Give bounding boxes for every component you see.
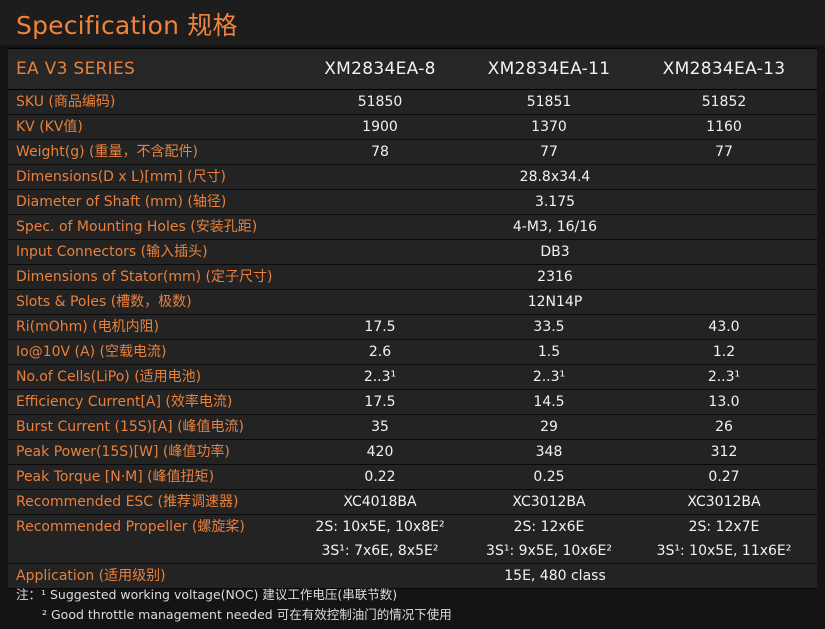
row-label: Peak Torque [N·M] (峰值扭矩): [16, 469, 215, 485]
row-value: 17.5: [364, 394, 396, 410]
row-label: Burst Current (15S)[A] (峰值电流): [16, 419, 244, 435]
row-value: 12N14P: [527, 294, 583, 310]
table-row: Spec. of Mounting Holes (安装孔距) 4-M3, 16/…: [8, 215, 817, 240]
row-label: Io@10V (A) (空载电流): [16, 344, 167, 360]
row-label: Recommended ESC (推荐调速器): [16, 494, 239, 510]
table-row: Dimensions(D x L)[mm] (尺寸) 28.8x34.4: [8, 165, 817, 190]
table-row: Io@10V (A) (空载电流) 2.6 1.5 1.2: [8, 340, 817, 365]
row-value: 348: [535, 444, 563, 460]
row-value: 1370: [531, 119, 567, 135]
row-value: 2..3¹: [707, 369, 741, 385]
footnote: 注：¹ Suggested working voltage(NOC) 建议工作电…: [16, 587, 398, 602]
row-label: Efficiency Current[A] (效率电流): [16, 394, 233, 410]
row-value: 77: [715, 144, 733, 160]
row-value: 2.6: [368, 344, 392, 360]
row-value: 2S: 10x5E, 10x8E²: [315, 519, 445, 535]
row-value: 77: [540, 144, 558, 160]
row-value: 2..3¹: [532, 369, 566, 385]
model-header: XM2834EA-8: [324, 59, 436, 79]
row-value: 35: [371, 419, 389, 435]
row-value: 14.5: [533, 394, 565, 410]
row-label: Slots & Poles (槽数，极数): [16, 294, 192, 310]
table-row: Diameter of Shaft (mm) (轴径) 3.175: [8, 190, 817, 215]
row-value: 0.22: [364, 469, 396, 485]
row-value: XC3012BA: [687, 494, 761, 510]
row-value: 29: [540, 419, 558, 435]
row-value: 1900: [362, 119, 398, 135]
row-label: SKU (商品编码): [16, 94, 116, 110]
row-value: 13.0: [708, 394, 740, 410]
row-label: Weight(g) (重量，不含配件): [16, 144, 198, 160]
row-value: XC4018BA: [343, 494, 417, 510]
table-row: KV (KV值) 1900 1370 1160: [8, 115, 817, 140]
row-value: 51851: [526, 94, 572, 110]
footnotes: 注：¹ Suggested working voltage(NOC) 建议工作电…: [16, 585, 452, 625]
row-value: 2..3¹: [363, 369, 397, 385]
footnote: ² Good throttle management needed 可在有效控制…: [42, 607, 452, 622]
row-value: 4-M3, 16/16: [512, 219, 598, 235]
table-row: Efficiency Current[A] (效率电流) 17.5 14.5 1…: [8, 390, 817, 415]
row-value: 51850: [357, 94, 403, 110]
table-header: EA V3 SERIES XM2834EA-8 XM2834EA-11 XM28…: [8, 48, 817, 90]
row-label: Input Connectors (输入插头): [16, 244, 208, 260]
row-label: Diameter of Shaft (mm) (轴径): [16, 194, 227, 210]
propeller-row: Recommended Propeller (螺旋桨) 2S: 10x5E, 1…: [8, 515, 817, 564]
row-value: 51852: [701, 94, 747, 110]
row-value: 3S¹: 7x6E, 8x5E²: [321, 543, 439, 559]
row-value: 28.8x34.4: [519, 169, 591, 185]
row-value: 0.27: [708, 469, 740, 485]
page-title: Specification 规格: [16, 11, 238, 40]
table-row: Slots & Poles (槽数，极数) 12N14P: [8, 290, 817, 315]
row-value: 3.175: [534, 194, 576, 210]
row-value: 0.25: [533, 469, 565, 485]
row-value: DB3: [540, 244, 570, 260]
row-label: Spec. of Mounting Holes (安装孔距): [16, 219, 258, 235]
row-value: 3S¹: 9x5E, 10x6E²: [486, 543, 612, 559]
row-value: 78: [371, 144, 389, 160]
table-row: Weight(g) (重量，不含配件) 78 77 77: [8, 140, 817, 165]
row-label: Dimensions of Stator(mm) (定子尺寸): [16, 269, 273, 285]
row-value: 17.5: [364, 319, 396, 335]
table-row: No.of Cells(LiPo) (适用电池) 2..3¹ 2..3¹ 2..…: [8, 365, 817, 390]
row-value: 1.5: [537, 344, 561, 360]
row-label: KV (KV值): [16, 119, 83, 135]
row-value: XC3012BA: [512, 494, 586, 510]
table-row: Peak Power(15S)[W] (峰值功率) 420 348 312: [8, 440, 817, 465]
row-value: 2316: [537, 269, 573, 285]
table-row: Burst Current (15S)[A] (峰值电流) 35 29 26: [8, 415, 817, 440]
row-value: 2S: 12x6E: [513, 519, 585, 535]
table-row: SKU (商品编码) 51850 51851 51852: [8, 90, 817, 115]
table-row: Ri(mOhm) (电机内阻) 17.5 33.5 43.0: [8, 315, 817, 340]
series-label: EA V3 SERIES: [16, 59, 136, 79]
table-row: Recommended ESC (推荐调速器) XC4018BA XC3012B…: [8, 490, 817, 515]
row-label: Recommended Propeller (螺旋桨): [16, 519, 245, 535]
row-label: No.of Cells(LiPo) (适用电池): [16, 369, 202, 385]
row-value: 1.2: [712, 344, 736, 360]
row-value: 1160: [706, 119, 742, 135]
model-header: XM2834EA-11: [487, 59, 611, 79]
row-label: Peak Power(15S)[W] (峰值功率): [16, 444, 230, 460]
row-value: 3S¹: 10x5E, 11x6E²: [656, 543, 792, 559]
title-bar: Specification 规格: [0, 0, 825, 45]
row-value: 312: [710, 444, 738, 460]
table-row: Peak Torque [N·M] (峰值扭矩) 0.22 0.25 0.27: [8, 465, 817, 490]
row-value: 33.5: [533, 319, 565, 335]
model-header: XM2834EA-13: [662, 59, 786, 79]
row-value: 420: [366, 444, 394, 460]
table-row: Dimensions of Stator(mm) (定子尺寸) 2316: [8, 265, 817, 290]
row-label: Dimensions(D x L)[mm] (尺寸): [16, 169, 226, 185]
spec-table: EA V3 SERIES XM2834EA-8 XM2834EA-11 XM28…: [8, 48, 817, 589]
row-value: 43.0: [708, 319, 740, 335]
row-label: Ri(mOhm) (电机内阻): [16, 319, 160, 335]
table-row: Input Connectors (输入插头) DB3: [8, 240, 817, 265]
row-value: 2S: 12x7E: [688, 519, 760, 535]
row-value: 26: [715, 419, 733, 435]
